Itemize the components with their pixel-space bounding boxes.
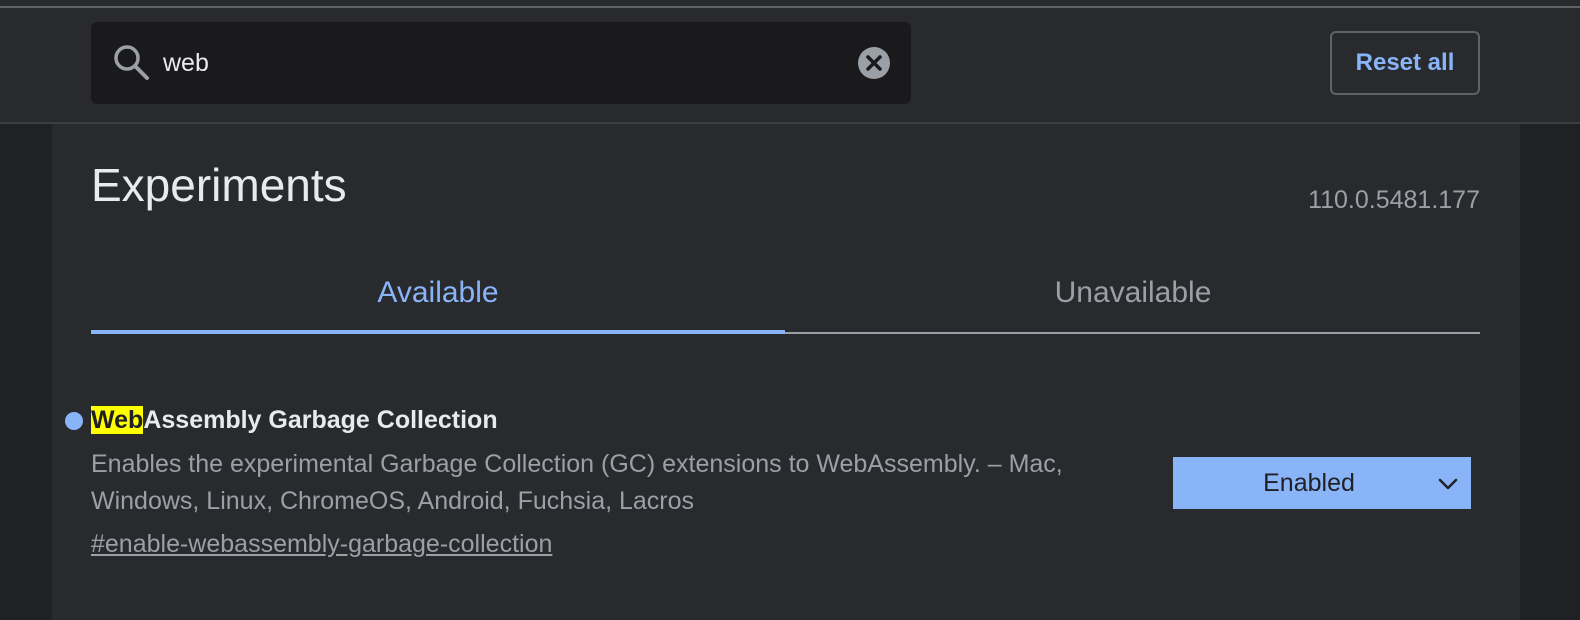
header: Reset all	[0, 8, 1580, 124]
flag-title: WebAssembly Garbage Collection	[91, 406, 498, 435]
active-tab-indicator	[91, 330, 785, 334]
reset-all-button[interactable]: Reset all	[1330, 31, 1480, 95]
flag-description: Enables the experimental Garbage Collect…	[91, 450, 1063, 515]
version-label: 110.0.5481.177	[1308, 186, 1480, 214]
search-input[interactable]	[163, 40, 853, 86]
clear-icon[interactable]	[857, 46, 891, 80]
search-box[interactable]	[91, 22, 911, 104]
tab-bar: Available Unavailable	[91, 254, 1480, 334]
tab-unavailable[interactable]: Unavailable	[786, 254, 1480, 332]
flag-item: WebAssembly Garbage Collection Enables t…	[52, 394, 1520, 574]
flag-state-value: Enabled	[1263, 468, 1355, 497]
window-top-edge	[0, 0, 1580, 8]
chevron-down-icon	[1438, 478, 1458, 490]
modified-indicator-dot	[65, 412, 83, 430]
flag-state-select[interactable]: Enabled	[1173, 457, 1471, 509]
search-icon	[114, 45, 149, 80]
main-content: Experiments 110.0.5481.177 Available Una…	[52, 124, 1520, 620]
flag-title-rest: Assembly Garbage Collection	[143, 406, 498, 434]
tab-available[interactable]: Available	[91, 254, 785, 332]
flag-permalink[interactable]: #enable-webassembly-garbage-collection	[91, 530, 552, 559]
search-match-highlight: Web	[91, 406, 144, 434]
page-title: Experiments	[91, 159, 347, 211]
